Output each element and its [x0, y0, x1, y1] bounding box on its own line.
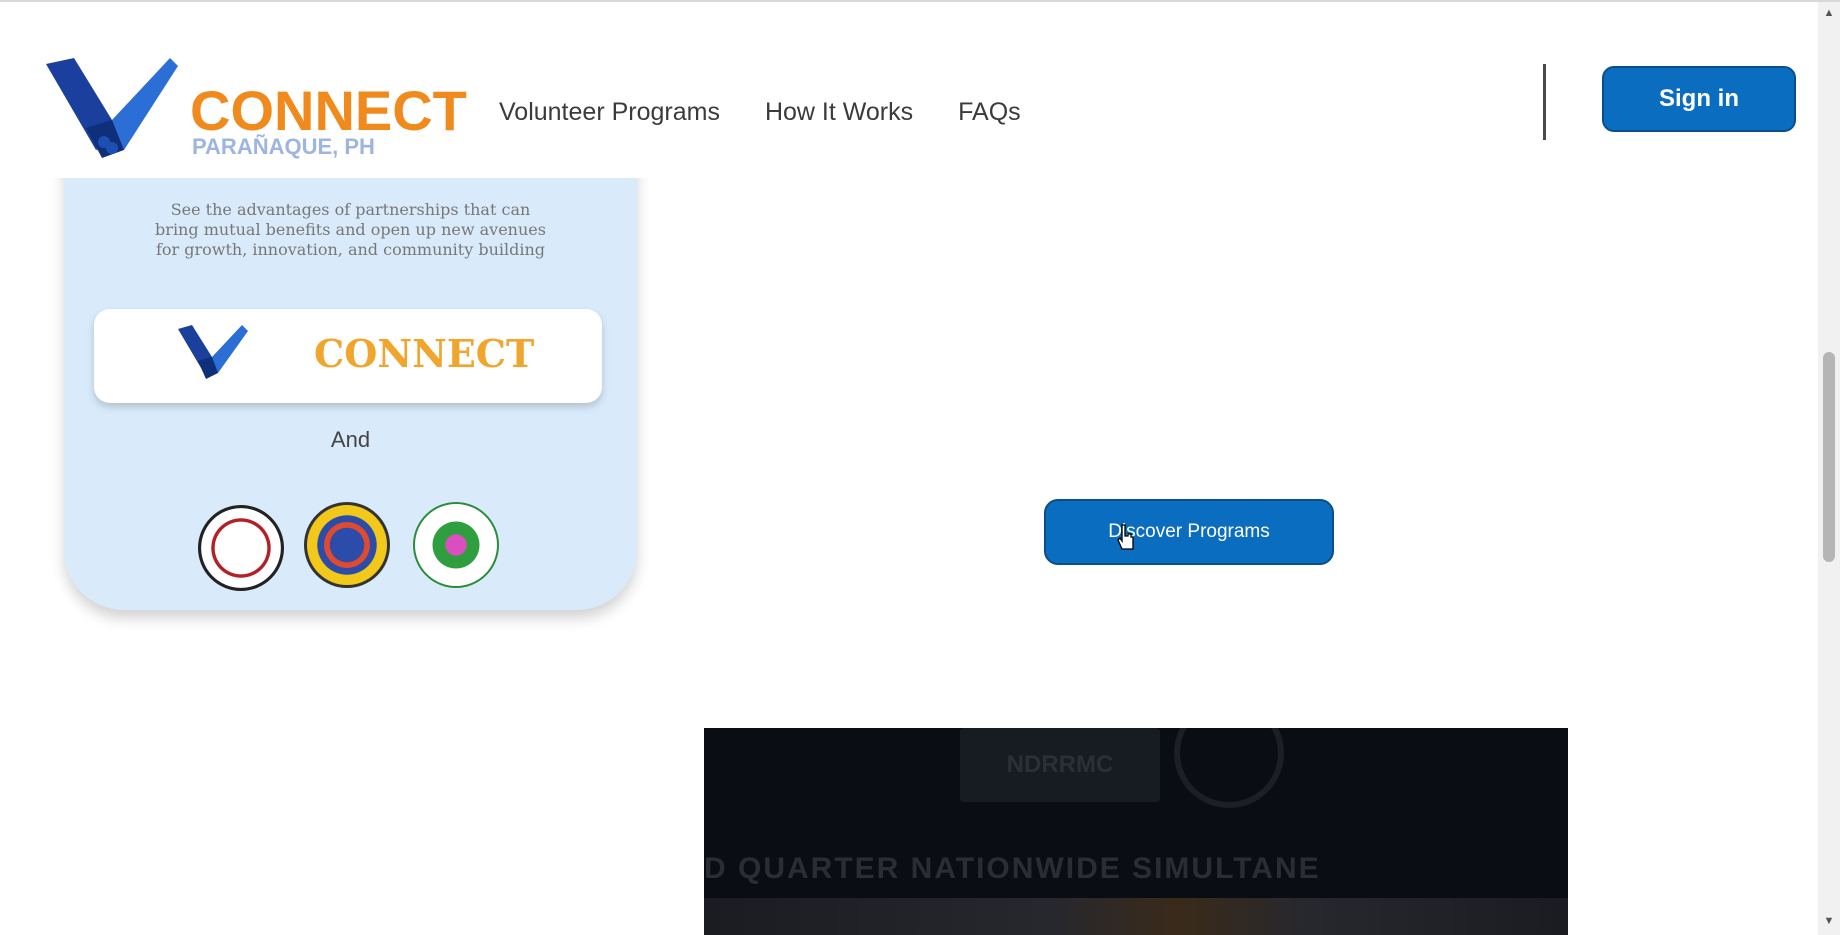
nav-faqs[interactable]: FAQs — [958, 98, 1021, 127]
scroll-down-arrow-icon[interactable]: ▼ — [1822, 914, 1836, 928]
and-label: And — [330, 427, 371, 452]
partnership-description: See the advantages of partnerships that … — [155, 200, 546, 259]
connect-logo[interactable]: CONNECT PARAÑAQUE, PH — [46, 58, 467, 168]
handshake-check-icon — [46, 58, 178, 158]
banner-headline: D QUARTER NATIONWIDE SIMULTANE — [704, 852, 1321, 885]
fire-volunteer-seal — [198, 505, 284, 591]
ndrrmc-logo: NDRRMC — [960, 728, 1160, 802]
handshake-check-icon — [178, 325, 248, 379]
nutrition-office-seal — [413, 502, 499, 588]
agency-emblem-icon — [1174, 728, 1284, 808]
scroll-up-arrow-icon[interactable]: ▲ — [1822, 6, 1836, 20]
nav-how-it-works[interactable]: How It Works — [765, 98, 913, 127]
nav-volunteer-programs[interactable]: Volunteer Programs — [499, 98, 720, 127]
connect-wordmark: CONNECT — [314, 331, 535, 376]
paranaque-drrm-seal — [304, 502, 390, 588]
banner-large-title — [704, 898, 1568, 935]
site-header: CONNECT PARAÑAQUE, PH Volunteer Programs… — [0, 2, 1818, 178]
video-banner[interactable]: NDRRMC D QUARTER NATIONWIDE SIMULTANE — [704, 728, 1568, 935]
sign-in-button[interactable]: Sign in — [1602, 66, 1796, 132]
logo-location: PARAÑAQUE, PH — [192, 134, 375, 159]
partnership-card: See the advantages of partnerships that … — [64, 150, 637, 610]
discover-programs-button[interactable]: Discover Programs — [1044, 499, 1334, 565]
scrollbar-thumb[interactable] — [1823, 352, 1835, 562]
hand-cursor-icon — [1117, 524, 1134, 550]
main-nav: Volunteer Programs How It Works FAQs — [499, 98, 1021, 127]
connect-logo-box: CONNECT — [94, 309, 602, 403]
header-divider — [1543, 64, 1546, 140]
